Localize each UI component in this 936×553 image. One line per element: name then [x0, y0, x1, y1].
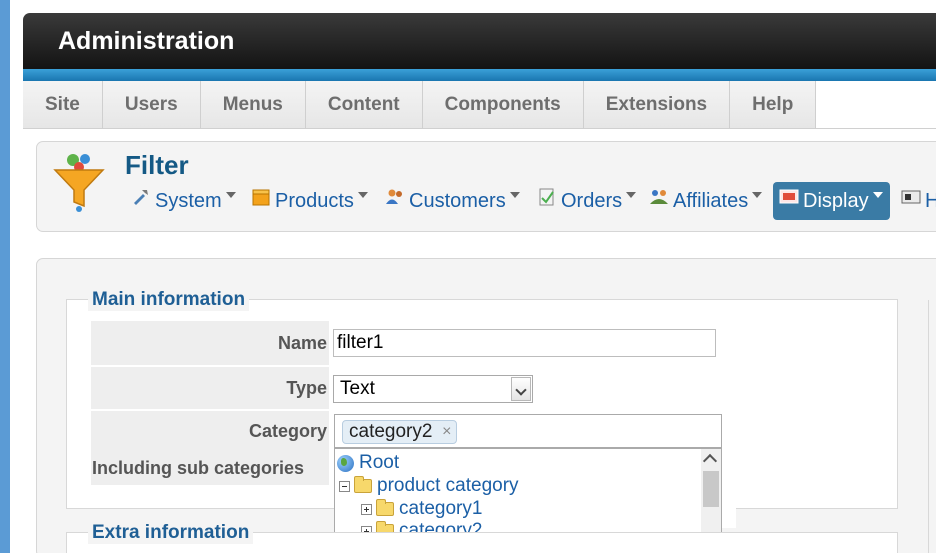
box-icon [252, 189, 270, 206]
chevron-down-icon[interactable] [511, 377, 531, 401]
tree-item-category1[interactable]: category1 [361, 498, 482, 520]
collapse-icon[interactable] [339, 480, 350, 492]
submenu-display[interactable]: Display [773, 182, 890, 220]
menu-users[interactable]: Users [103, 81, 201, 129]
tree-item-category1-label: category1 [399, 498, 483, 519]
submenu-system-label: System [155, 189, 222, 212]
submenu-help[interactable]: H [895, 182, 936, 220]
chevron-down-icon [872, 192, 883, 198]
scroll-up-icon[interactable] [702, 453, 718, 469]
users-icon [386, 189, 402, 204]
submenu-orders-label: Orders [561, 189, 623, 212]
top-menu-spacer [816, 81, 936, 128]
submenu-help-label: H [925, 189, 936, 212]
chevron-down-icon [357, 192, 368, 198]
menu-menus[interactable]: Menus [201, 81, 306, 129]
admin-title: Administration [58, 27, 235, 55]
chevron-down-icon [752, 192, 763, 198]
category-tag: category2 × [342, 420, 458, 444]
tree-item-root[interactable]: Root [337, 452, 399, 474]
submenu-affiliates-label: Affiliates [673, 189, 749, 212]
tree-item-product-category[interactable]: product category [339, 475, 519, 497]
submenu-orders[interactable]: Orders [531, 182, 642, 220]
category-label: Category [91, 411, 329, 451]
folder-icon [354, 476, 372, 493]
display-icon [779, 189, 799, 204]
type-label: Type [91, 367, 329, 409]
submenu-products[interactable]: Products [245, 182, 374, 220]
component-menu: System Products Customers Orders Affilia… [125, 182, 936, 220]
component-toolbar: Filter System Products Customers Orders … [36, 141, 936, 232]
chevron-down-icon [225, 192, 236, 198]
submenu-customers[interactable]: Customers [379, 182, 526, 220]
globe-icon [337, 454, 354, 472]
menu-extensions[interactable]: Extensions [584, 81, 731, 129]
tree-gap [722, 508, 736, 528]
submenu-products-label: Products [275, 189, 354, 212]
menu-site[interactable]: Site [23, 81, 103, 129]
tree-item-root-label: Root [359, 452, 400, 473]
name-label: Name [91, 321, 329, 365]
submenu-customers-label: Customers [409, 189, 506, 212]
header-accent-bar [23, 69, 936, 81]
menu-content[interactable]: Content [306, 81, 423, 129]
browser-frame-left [0, 0, 10, 553]
component-title: Filter [125, 150, 189, 180]
funnel-icon [53, 154, 105, 212]
type-select[interactable]: Text [333, 375, 533, 403]
panel-divider [928, 300, 929, 553]
name-input[interactable] [333, 329, 716, 357]
top-menu: Site Users Menus Content Components Exte… [23, 81, 936, 129]
remove-tag-icon[interactable]: × [442, 421, 451, 443]
category-multiselect[interactable]: category2 × [334, 414, 722, 448]
main-information-legend: Main information [88, 289, 250, 311]
admin-header: Administration [23, 13, 936, 71]
submenu-display-label: Display [803, 189, 869, 212]
order-icon [539, 188, 554, 206]
submenu-system[interactable]: System [125, 182, 242, 220]
expand-icon[interactable] [361, 503, 372, 515]
sub-categories-label: Including sub categories [91, 451, 329, 485]
help-icon [901, 190, 921, 204]
folder-icon [376, 499, 394, 516]
menu-help[interactable]: Help [730, 81, 817, 129]
extra-information-legend: Extra information [88, 522, 254, 544]
type-select-value: Text [340, 378, 375, 399]
menu-components[interactable]: Components [423, 81, 584, 129]
tree-item-product-category-label: product category [377, 475, 519, 496]
frame-gap [10, 0, 23, 553]
scroll-thumb[interactable] [703, 471, 719, 507]
tools-icon [134, 190, 148, 205]
category-tag-label: category2 [349, 421, 433, 442]
chevron-down-icon [509, 192, 520, 198]
submenu-affiliates[interactable]: Affiliates [643, 182, 768, 220]
affiliates-icon [650, 190, 668, 204]
chevron-down-icon [626, 192, 637, 198]
